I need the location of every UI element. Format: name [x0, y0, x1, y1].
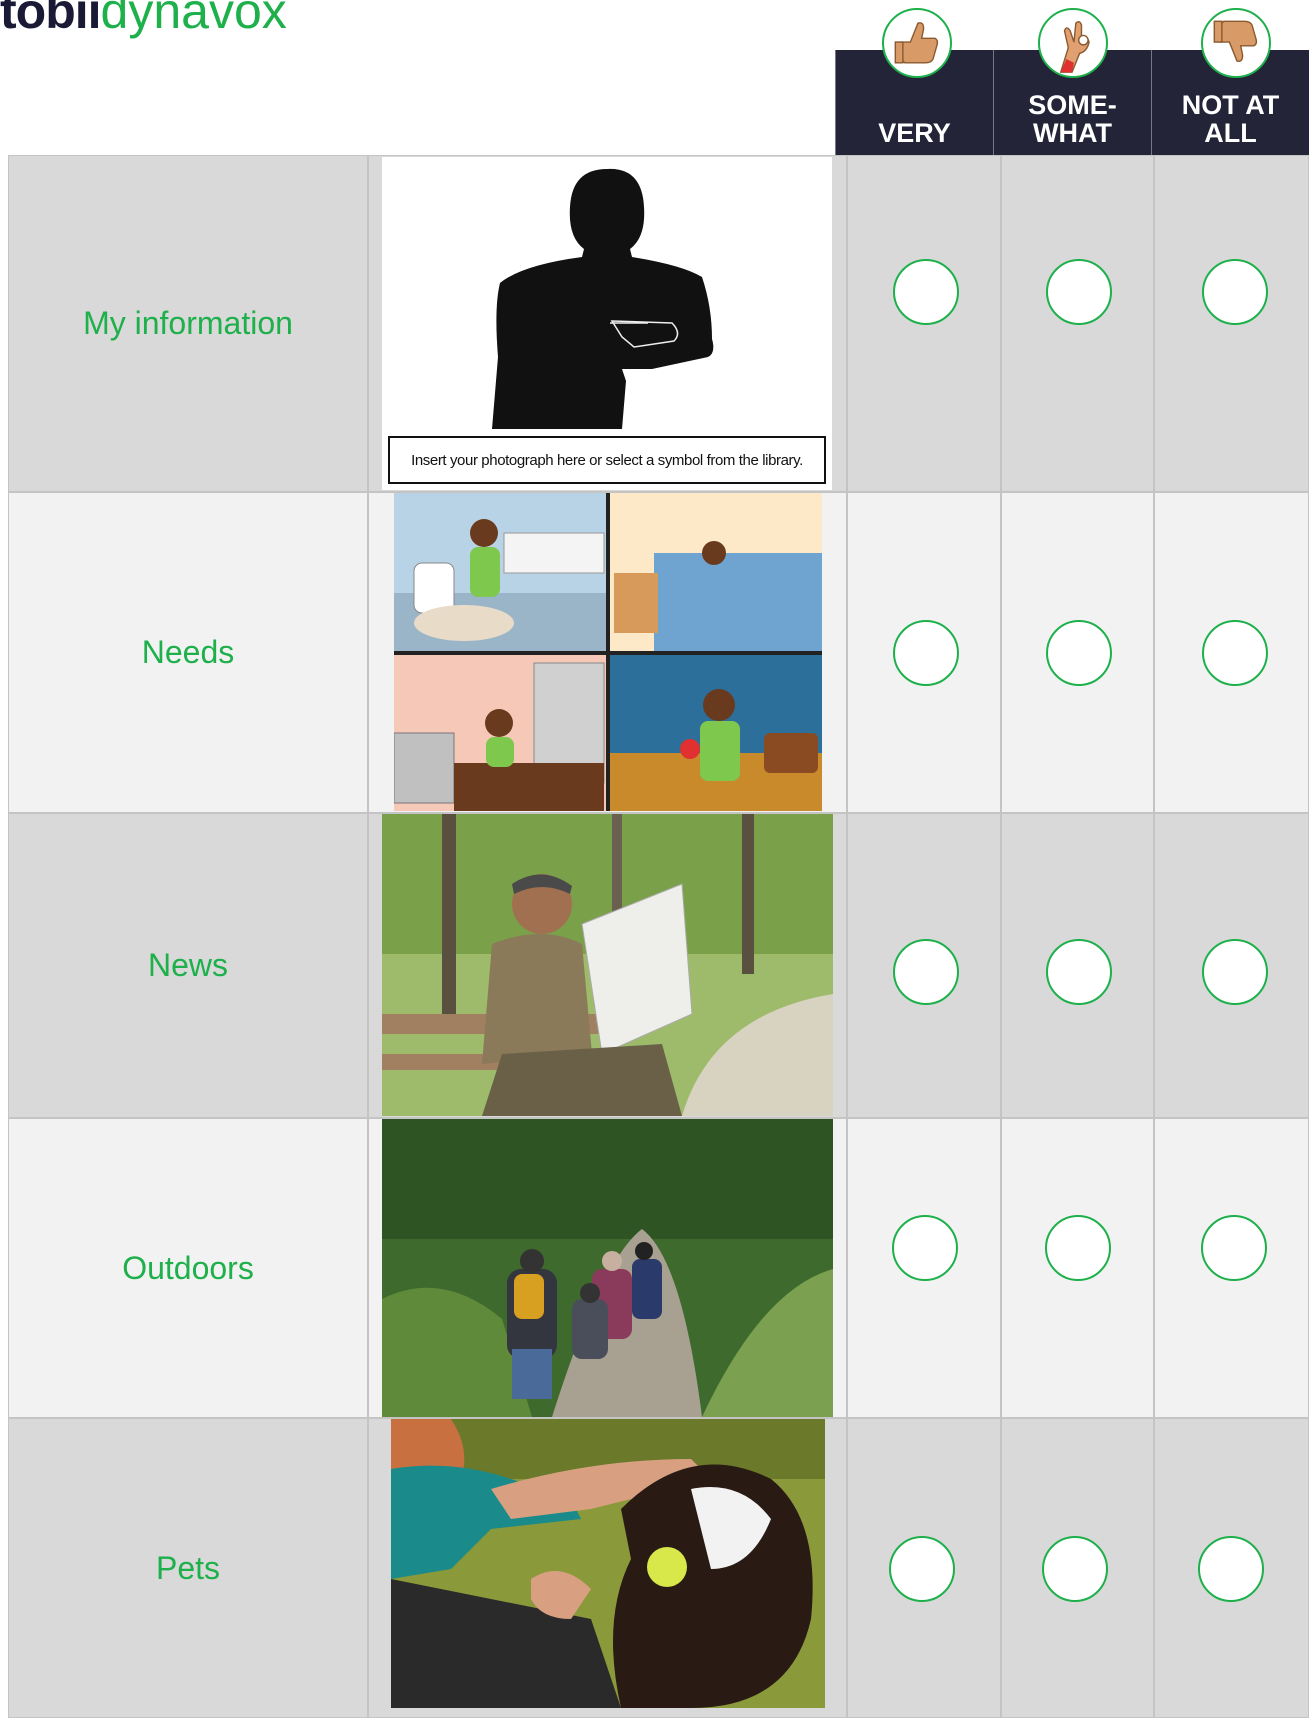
image-caption: Insert your photograph here or select a …	[388, 436, 826, 484]
thumbs-up-icon	[882, 8, 952, 78]
column-header-line2: ALL	[1204, 118, 1257, 148]
row-label-my-information: My information	[8, 155, 368, 492]
rating-cell-very	[847, 813, 1001, 1118]
row-label-text: Outdoors	[122, 1249, 254, 1286]
thumbs-down-icon	[1201, 8, 1271, 78]
rating-radio-very[interactable]	[892, 1215, 958, 1281]
rating-radio-not-at-all[interactable]	[1198, 1536, 1264, 1602]
rating-cell-very	[847, 1118, 1001, 1418]
rating-cell-somewhat	[1001, 1418, 1154, 1718]
rating-cell-very	[847, 492, 1001, 813]
column-header-line2: WHAT	[1033, 118, 1112, 148]
row-label-needs: Needs	[8, 492, 368, 813]
rating-radio-very[interactable]	[893, 620, 959, 686]
rating-radio-not-at-all[interactable]	[1202, 259, 1268, 325]
rating-cell-very	[847, 1418, 1001, 1718]
woman-with-dog-photo[interactable]	[391, 1419, 825, 1708]
rating-radio-not-at-all[interactable]	[1201, 1215, 1267, 1281]
brand-name-tobii: tobii	[0, 0, 102, 39]
rating-cell-not-at-all	[1154, 492, 1309, 813]
row-label-outdoors: Outdoors	[8, 1118, 368, 1418]
rating-radio-somewhat[interactable]	[1045, 1215, 1111, 1281]
man-reading-newspaper-photo[interactable]	[382, 814, 833, 1116]
rating-radio-very[interactable]	[893, 939, 959, 1005]
rating-radio-somewhat[interactable]	[1046, 939, 1112, 1005]
rating-radio-very[interactable]	[893, 259, 959, 325]
row-label-text: Needs	[141, 634, 235, 670]
column-header-line1: SOME-	[1028, 90, 1117, 120]
rating-cell-somewhat	[1001, 155, 1154, 492]
rating-cell-very	[847, 155, 1001, 492]
row-label-text: News	[147, 947, 228, 983]
rating-cell-not-at-all	[1154, 813, 1309, 1118]
rating-radio-somewhat[interactable]	[1042, 1536, 1108, 1602]
rating-cell-not-at-all	[1154, 1118, 1309, 1418]
row-label-text: Pets	[155, 1549, 221, 1586]
rating-cell-somewhat	[1001, 492, 1154, 813]
silhouette-pointing-image[interactable]: Insert your photograph here or select a …	[382, 157, 832, 490]
rating-radio-very[interactable]	[889, 1536, 955, 1602]
row-label-pets: Pets	[8, 1418, 368, 1718]
ok-hand-icon	[1038, 8, 1108, 78]
rating-cell-not-at-all	[1154, 155, 1309, 492]
rating-cell-somewhat	[1001, 813, 1154, 1118]
rating-radio-not-at-all[interactable]	[1202, 939, 1268, 1005]
needs-illustration-image[interactable]	[394, 493, 822, 811]
rating-radio-somewhat[interactable]	[1046, 259, 1112, 325]
row-label-news: News	[8, 813, 368, 1118]
rating-radio-somewhat[interactable]	[1046, 620, 1112, 686]
column-header-line1: NOT AT	[1181, 90, 1280, 120]
brand-name-dynavox: dynavox	[100, 0, 287, 39]
family-hiking-photo[interactable]	[382, 1119, 833, 1417]
brand-logo: tobiidynavox	[0, 0, 287, 36]
row-label-text: My information	[83, 305, 293, 341]
rating-cell-somewhat	[1001, 1118, 1154, 1418]
rating-radio-not-at-all[interactable]	[1202, 620, 1268, 686]
rating-cell-not-at-all	[1154, 1418, 1309, 1718]
column-header-line2: VERY	[878, 118, 951, 148]
